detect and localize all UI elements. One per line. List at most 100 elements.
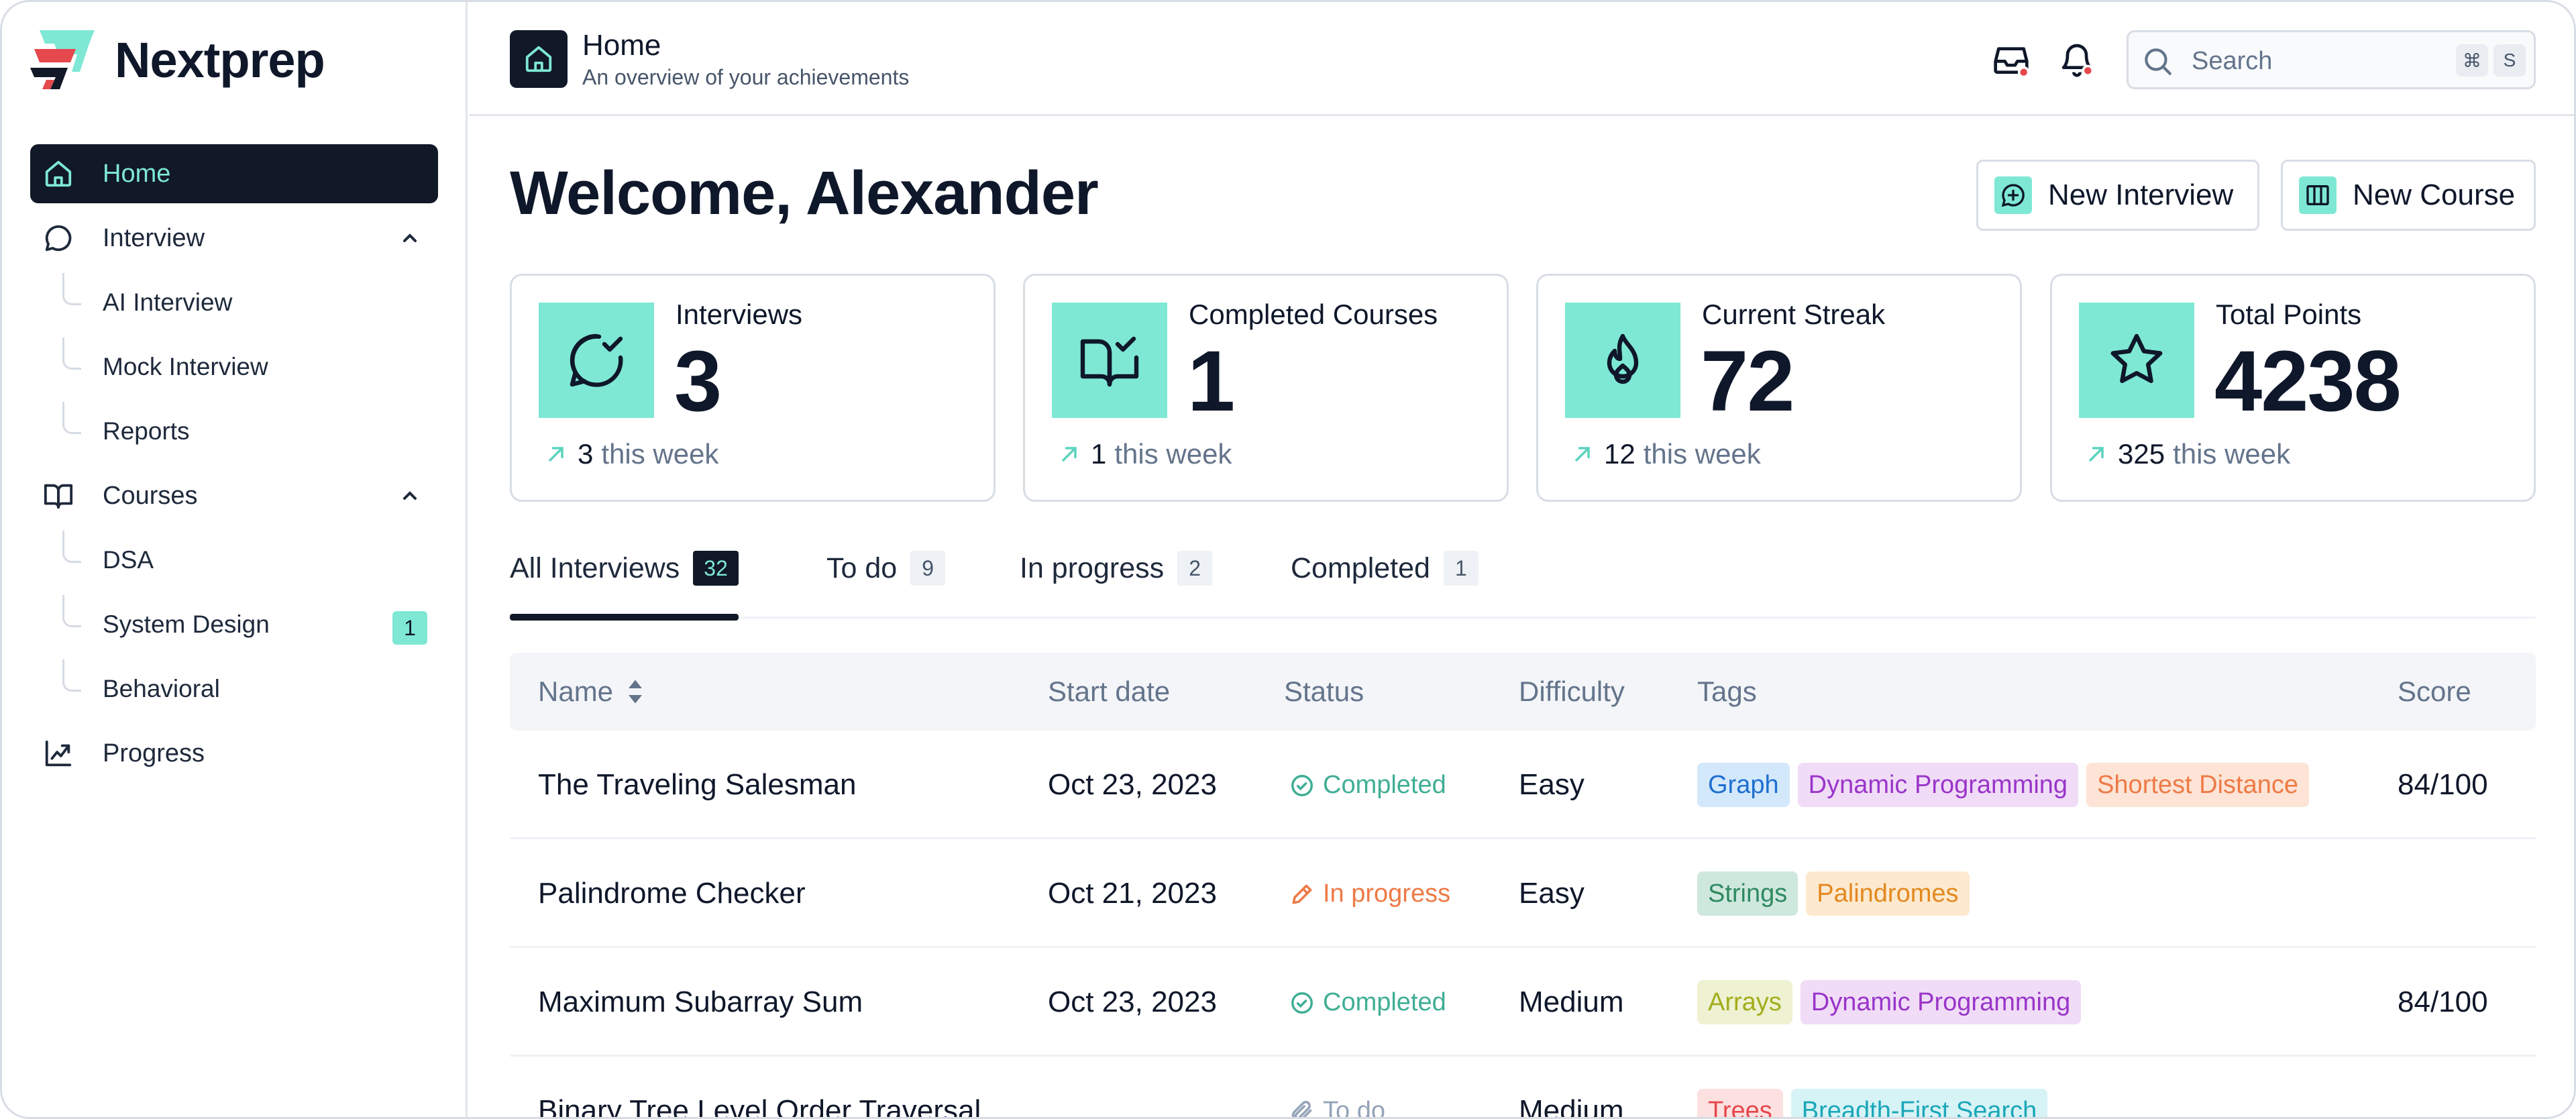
column-header-name[interactable]: Name (538, 676, 645, 708)
check-circle-icon (1291, 992, 1313, 1014)
stat-week-value: 3 (578, 438, 594, 470)
cell-tags: Graph Dynamic Programming Shortest Dista… (1697, 763, 2317, 807)
pencil-icon (1292, 884, 1312, 904)
sidebar-item-system-design[interactable]: System Design 1 (30, 595, 438, 654)
chevron-up-icon[interactable] (399, 485, 421, 507)
top-bar: Home An overview of your achievements Se… (470, 2, 2574, 116)
interview-submenu: AI Interview Mock Interview Reports (30, 273, 438, 461)
sidebar-item-dsa[interactable]: DSA (30, 531, 438, 590)
shortcut-key: S (2493, 44, 2526, 76)
tab-completed[interactable]: Completed 1 (1291, 534, 1479, 619)
status-badge: To do (1289, 1097, 1385, 1119)
tag[interactable]: Palindromes (1806, 871, 1970, 916)
sidebar-item-ai-interview[interactable]: AI Interview (30, 273, 438, 332)
column-header-status[interactable]: Status (1284, 676, 1364, 708)
chevron-up-icon[interactable] (399, 227, 421, 249)
shortcut-key: ⌘ (2456, 44, 2488, 76)
table-header: Name Start date Status Difficulty Tags S… (510, 653, 2536, 731)
cell-name: Palindrome Checker (538, 877, 806, 910)
column-header-score[interactable]: Score (2398, 676, 2471, 708)
column-header-difficulty[interactable]: Difficulty (1519, 676, 1625, 708)
app-window: Nextprep Home Interview AI Interview Moc… (0, 0, 2576, 1119)
table-row[interactable]: Palindrome Checker Oct 21, 2023 In progr… (510, 839, 2536, 948)
app-name: Nextprep (115, 32, 325, 88)
sidebar-item-interview[interactable]: Interview (30, 209, 438, 268)
status-label: Completed (1323, 771, 1446, 799)
welcome-heading: Welcome, Alexander (510, 159, 1099, 227)
page-icon (510, 30, 568, 88)
chat-check-icon (539, 303, 654, 418)
cell-difficulty: Easy (1519, 768, 1585, 801)
cell-start-date: Oct 21, 2023 (1048, 877, 1217, 910)
chat-plus-icon (1994, 176, 2032, 214)
tag[interactable]: Arrays (1697, 980, 1792, 1024)
tree-connector (62, 595, 81, 627)
tab-in-progress[interactable]: In progress 2 (1020, 534, 1213, 619)
sidebar-item-mock-interview[interactable]: Mock Interview (30, 337, 438, 396)
sidebar-item-label: Mock Interview (103, 353, 268, 380)
stat-label: Total Points (2216, 299, 2362, 330)
home-icon (525, 46, 552, 72)
search-icon (2145, 48, 2171, 75)
sidebar-item-reports[interactable]: Reports (30, 402, 438, 461)
sidebar: Nextprep Home Interview AI Interview Moc… (2, 2, 468, 1117)
sidebar-item-home[interactable]: Home (30, 144, 438, 203)
stat-card-interviews[interactable]: Interviews 3 3 this week (510, 274, 996, 502)
sidebar-item-label: Interview (103, 223, 205, 252)
sort-icon[interactable] (625, 678, 645, 705)
arrow-up-right-icon (1575, 447, 1590, 462)
stat-label: Completed Courses (1189, 299, 1438, 330)
stat-card-current-streak[interactable]: Current Streak 72 12 this week (1536, 274, 2022, 502)
stat-week-label: this week (1114, 438, 1232, 470)
status-label: To do (1323, 1097, 1385, 1119)
active-tab-indicator (510, 614, 739, 621)
tree-connector (62, 402, 81, 434)
interviews-table: Name Start date Status Difficulty Tags S… (510, 653, 2536, 1119)
cell-score: 84/100 (2398, 985, 2488, 1018)
sidebar-item-label: Courses (103, 481, 198, 510)
tab-to-do[interactable]: To do 9 (826, 534, 946, 619)
cell-score: 84/100 (2398, 768, 2488, 801)
tab-count: 9 (910, 551, 946, 586)
flame-icon (1565, 303, 1680, 418)
tag[interactable]: Dynamic Programming (1800, 980, 2082, 1024)
cell-start-date: Oct 23, 2023 (1048, 985, 1217, 1018)
tab-label: To do (826, 551, 898, 584)
tag[interactable]: Shortest Distance (2086, 763, 2309, 807)
tag[interactable]: Graph (1697, 763, 1790, 807)
tag[interactable]: Trees (1697, 1089, 1783, 1117)
new-interview-button[interactable]: New Interview (1976, 160, 2259, 231)
stat-label: Current Streak (1702, 299, 1886, 330)
sidebar-item-label: AI Interview (103, 288, 233, 316)
stat-weekly-change: 1 this week (1057, 438, 1232, 470)
inbox-icon[interactable] (1992, 41, 2030, 78)
button-label: New Course (2353, 178, 2516, 211)
sidebar-item-courses[interactable]: Courses (30, 466, 438, 525)
table-row[interactable]: Maximum Subarray Sum Oct 23, 2023 Comple… (510, 948, 2536, 1057)
tag[interactable]: Breadth-First Search (1790, 1089, 2048, 1117)
search-input[interactable]: Search ⌘ S (2127, 30, 2536, 89)
tab-all-interviews[interactable]: All Interviews 32 (510, 534, 739, 621)
tag[interactable]: Dynamic Programming (1797, 763, 2079, 807)
tab-label: Completed (1291, 551, 1430, 584)
status-label: In progress (1323, 880, 1451, 908)
table-row[interactable]: The Traveling Salesman Oct 23, 2023 Comp… (510, 731, 2536, 839)
stat-week-value: 1 (1091, 438, 1107, 470)
stat-value: 72 (1701, 333, 1794, 429)
table-row[interactable]: Binary Tree Level Order Traversal To do … (510, 1057, 2536, 1119)
interview-tabs: All Interviews 32 To do 9 In progress 2 … (510, 534, 2536, 621)
column-header-tags[interactable]: Tags (1697, 676, 1757, 708)
column-header-start-date[interactable]: Start date (1048, 676, 1170, 708)
sidebar-item-behavioral[interactable]: Behavioral (30, 659, 438, 718)
bell-icon[interactable] (2058, 41, 2096, 78)
stat-card-completed-courses[interactable]: Completed Courses 1 1 this week (1023, 274, 1509, 502)
logo[interactable]: Nextprep (30, 29, 325, 91)
tag[interactable]: Strings (1697, 871, 1799, 916)
cell-tags: Strings Palindromes (1697, 871, 1978, 916)
stat-card-total-points[interactable]: Total Points 4238 325 this week (2050, 274, 2536, 502)
sidebar-item-progress[interactable]: Progress (30, 724, 438, 783)
stat-weekly-change: 325 this week (2084, 438, 2290, 470)
new-course-button[interactable]: New Course (2281, 160, 2536, 231)
stat-value: 4238 (2214, 333, 2402, 429)
sidebar-item-label: Behavioral (103, 675, 220, 702)
